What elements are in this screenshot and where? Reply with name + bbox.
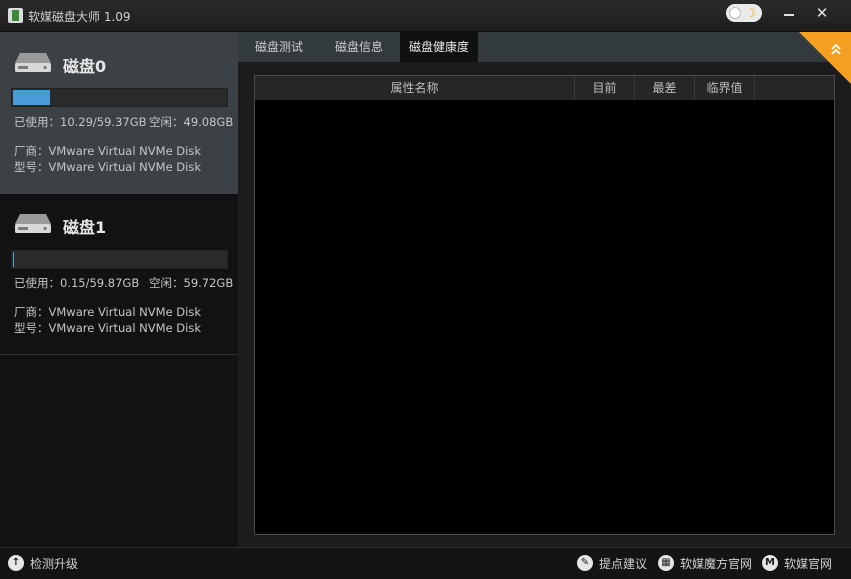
table-header: 属性名称 目前 最差 临界值 <box>255 76 834 100</box>
disk-model-text: 型号：VMware Virtual NVMe Disk <box>14 160 202 174</box>
disk-name: 磁盘1 <box>63 218 107 237</box>
column-header-current[interactable]: 目前 <box>575 76 635 100</box>
title-bar: 软媒磁盘大师 1.09 ☽ ✕ <box>0 0 851 32</box>
column-header-threshold[interactable]: 临界值 <box>695 76 755 100</box>
tab-disk-test[interactable]: 磁盘测试 <box>242 32 316 62</box>
minimize-button[interactable] <box>774 2 804 24</box>
hard-disk-icon <box>15 53 51 72</box>
check-update-label: 检测升级 <box>30 557 79 571</box>
main-panel: 磁盘测试 磁盘信息 磁盘健康度 属性名称 目前 最差 临界值 <box>238 32 851 547</box>
disk-sidebar: 磁盘0 已使用：10.29/59.37GB 空闲：49.08GB 厂商：VMwa… <box>0 32 238 547</box>
disk-item-1[interactable]: 磁盘1 已使用：0.15/59.87GB 空闲：59.72GB 厂商：VMwar… <box>0 194 238 356</box>
tab-bar: 磁盘测试 磁盘信息 磁盘健康度 <box>238 32 851 84</box>
official-site-link[interactable]: M 软媒官网 <box>762 555 832 573</box>
official-site-label: 软媒官网 <box>784 557 833 571</box>
column-header-attribute[interactable]: 属性名称 <box>255 76 575 100</box>
disk-name: 磁盘0 <box>63 57 107 76</box>
disk-model-text: 型号：VMware Virtual NVMe Disk <box>14 321 202 335</box>
rubik-site-link[interactable]: ▦ 软媒魔方官网 <box>658 555 752 573</box>
sidebar-divider <box>0 354 238 355</box>
disk-free-text: 空闲：49.08GB <box>149 115 234 129</box>
close-icon: ✕ <box>815 4 829 22</box>
health-table: 属性名称 目前 最差 临界值 <box>254 75 835 535</box>
disk-usage-bar <box>11 88 228 107</box>
disk-free-text: 空闲：59.72GB <box>149 276 234 290</box>
column-header-worst[interactable]: 最差 <box>635 76 695 100</box>
window-title: 软媒磁盘大师 1.09 <box>28 10 131 24</box>
toggle-knob <box>729 7 741 19</box>
hard-disk-icon <box>15 214 51 233</box>
minimize-icon <box>784 14 794 16</box>
disk-usage-fill <box>13 90 50 105</box>
grid-icon: ▦ <box>658 555 674 571</box>
theme-toggle[interactable]: ☽ <box>726 4 762 22</box>
feedback-link[interactable]: ✎ 提点建议 <box>577 555 647 573</box>
disk-usage-fill <box>13 252 14 267</box>
ruanmei-logo-icon: M <box>762 555 778 571</box>
tab-disk-health[interactable]: 磁盘健康度 <box>400 32 478 62</box>
arrow-up-icon: ↑ <box>8 555 24 571</box>
disk-used-text: 已使用：0.15/59.87GB <box>14 276 140 290</box>
feedback-label: 提点建议 <box>599 557 648 571</box>
disk-used-text: 已使用：10.29/59.37GB <box>14 115 147 129</box>
disk-vendor-text: 厂商：VMware Virtual NVMe Disk <box>14 144 202 158</box>
status-footer: ↑ 检测升级 ✎ 提点建议 ▦ 软媒魔方官网 M 软媒官网 <box>0 547 851 579</box>
tab-disk-info[interactable]: 磁盘信息 <box>322 32 396 62</box>
app-logo-icon <box>8 8 23 23</box>
disk-vendor-text: 厂商：VMware Virtual NVMe Disk <box>14 305 202 319</box>
disk-item-0[interactable]: 磁盘0 已使用：10.29/59.37GB 空闲：49.08GB 厂商：VMwa… <box>0 32 238 194</box>
pencil-icon: ✎ <box>577 555 593 571</box>
rubik-site-label: 软媒魔方官网 <box>680 557 753 571</box>
disk-usage-bar <box>11 250 228 269</box>
moon-icon: ☽ <box>745 6 756 20</box>
check-update-link[interactable]: ↑ 检测升级 <box>8 555 78 573</box>
close-button[interactable]: ✕ <box>807 2 837 24</box>
